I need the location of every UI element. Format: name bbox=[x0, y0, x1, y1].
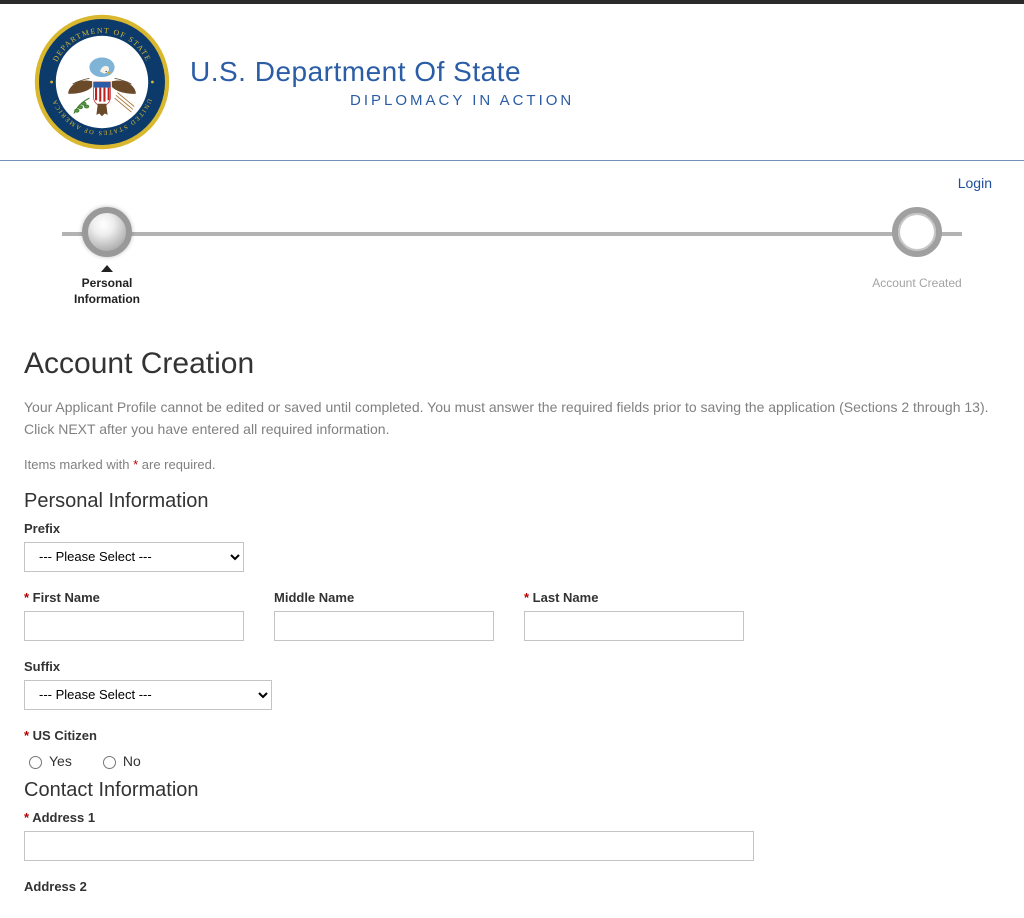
label-last-name-text: Last Name bbox=[533, 590, 599, 605]
required-asterisk: * bbox=[24, 728, 33, 743]
required-asterisk: * bbox=[24, 810, 32, 825]
label-middle-name: Middle Name bbox=[274, 590, 494, 605]
radio-row-us-citizen: Yes No bbox=[24, 753, 1000, 769]
field-address2: Address 2 bbox=[24, 879, 1000, 900]
field-address1: * Address 1 bbox=[24, 810, 1000, 861]
input-first-name[interactable] bbox=[24, 611, 244, 641]
progress-step-label: Personal Information bbox=[52, 276, 162, 307]
select-suffix[interactable]: --- Please Select --- bbox=[24, 680, 272, 710]
radio-option-yes[interactable]: Yes bbox=[24, 753, 72, 769]
progress-step-account-created: Account Created bbox=[862, 207, 972, 307]
field-us-citizen: * US Citizen Yes No bbox=[24, 728, 1000, 773]
required-note: Items marked with * are required. bbox=[24, 457, 1000, 472]
select-prefix[interactable]: --- Please Select --- bbox=[24, 542, 244, 572]
tagline: DIPLOMACY IN ACTION bbox=[350, 92, 574, 109]
label-suffix: Suffix bbox=[24, 659, 1000, 674]
progress-tracker: Personal Information Account Created bbox=[52, 207, 972, 307]
field-middle-name: Middle Name bbox=[274, 590, 494, 641]
radio-yes[interactable] bbox=[29, 756, 42, 769]
content: Login Personal Information Account Creat… bbox=[0, 175, 1024, 900]
caret-up-icon bbox=[101, 265, 113, 272]
intro-text: Your Applicant Profile cannot be edited … bbox=[24, 397, 1000, 440]
login-row: Login bbox=[24, 175, 992, 193]
input-last-name[interactable] bbox=[524, 611, 744, 641]
radio-yes-label: Yes bbox=[49, 753, 72, 769]
label-last-name: * Last Name bbox=[524, 590, 744, 605]
field-prefix: Prefix --- Please Select --- bbox=[24, 521, 1000, 572]
input-address1[interactable] bbox=[24, 831, 754, 861]
required-asterisk: * bbox=[24, 590, 33, 605]
section-personal-information: Personal Information bbox=[24, 490, 1000, 513]
progress-step-label: Account Created bbox=[872, 276, 961, 292]
label-us-citizen: * US Citizen bbox=[24, 728, 1000, 743]
label-address1: * Address 1 bbox=[24, 810, 1000, 825]
header: DEPARTMENT OF STATE UNITED STATES OF AME… bbox=[0, 4, 1024, 160]
label-address1-text: Address 1 bbox=[32, 810, 95, 825]
input-middle-name[interactable] bbox=[274, 611, 494, 641]
row-name-fields: * First Name Middle Name * Last Name bbox=[24, 590, 1000, 641]
required-note-prefix: Items marked with bbox=[24, 457, 133, 472]
label-prefix: Prefix bbox=[24, 521, 1000, 536]
label-address2: Address 2 bbox=[24, 879, 1000, 894]
radio-no[interactable] bbox=[103, 756, 116, 769]
label-first-name: * First Name bbox=[24, 590, 244, 605]
dept-of-state-seal: DEPARTMENT OF STATE UNITED STATES OF AME… bbox=[32, 12, 172, 152]
progress-step-personal-information: Personal Information bbox=[52, 207, 162, 307]
login-link[interactable]: Login bbox=[958, 175, 992, 191]
page-title: Account Creation bbox=[24, 347, 1000, 381]
progress-steps: Personal Information Account Created bbox=[52, 207, 972, 307]
radio-option-no[interactable]: No bbox=[98, 753, 141, 769]
progress-step-circle-active bbox=[82, 207, 132, 257]
label-first-name-text: First Name bbox=[33, 590, 100, 605]
radio-no-label: No bbox=[123, 753, 141, 769]
field-last-name: * Last Name bbox=[524, 590, 744, 641]
dept-title: U.S. Department Of State bbox=[190, 56, 574, 88]
section-contact-information: Contact Information bbox=[24, 779, 1000, 802]
required-note-suffix: are required. bbox=[138, 457, 215, 472]
header-divider bbox=[0, 160, 1024, 161]
field-suffix: Suffix --- Please Select --- bbox=[24, 659, 1000, 710]
progress-step-circle bbox=[892, 207, 942, 257]
header-titles: U.S. Department Of State DIPLOMACY IN AC… bbox=[190, 56, 574, 109]
field-first-name: * First Name bbox=[24, 590, 244, 641]
label-us-citizen-text: US Citizen bbox=[33, 728, 97, 743]
required-asterisk: * bbox=[524, 590, 533, 605]
